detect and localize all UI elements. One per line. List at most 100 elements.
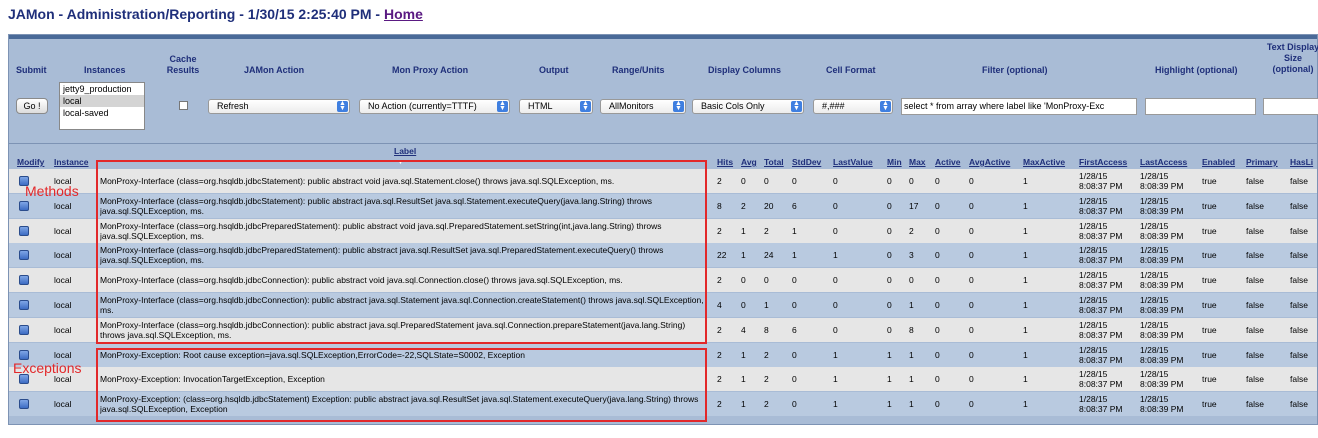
cell-firstaccess-line: 8:08:37 PM: [1079, 329, 1123, 340]
cell-lastvalue-text: 0: [833, 200, 838, 211]
col-hits[interactable]: Hits: [717, 157, 733, 167]
cell-maxactive-text: 1: [1023, 374, 1028, 385]
modify-button[interactable]: [19, 243, 45, 267]
cell-avg-text: 1: [741, 399, 746, 410]
chevron-updown-icon: ▲ ▼: [880, 100, 891, 112]
col-stddev[interactable]: StdDev: [792, 157, 821, 167]
cell-total-text: 0: [764, 275, 769, 286]
col-lastvalue[interactable]: LastValue: [833, 157, 873, 167]
cell-primary: false: [1246, 343, 1288, 367]
cell-lastaccess: 1/28/15 8:08:39 PM: [1140, 194, 1200, 218]
cell-enabled: true: [1202, 343, 1244, 367]
cell-min-text: 1: [887, 374, 892, 385]
instance-option-selected[interactable]: local: [60, 95, 144, 107]
cell-maxactive: 1: [1023, 219, 1077, 243]
cell-hits-text: 2: [717, 225, 722, 236]
text-display-size-input[interactable]: [1263, 98, 1318, 115]
display-columns-select[interactable]: Basic Cols Only ▲ ▼: [692, 99, 804, 114]
modify-icon[interactable]: [19, 324, 29, 335]
modify-icon[interactable]: [19, 275, 29, 286]
col-label[interactable]: Label: [394, 146, 416, 156]
cell-max-text: 0: [909, 176, 914, 186]
cell-avgactive-text: 0: [969, 374, 974, 385]
cell-active: 0: [935, 367, 967, 391]
col-avgactive[interactable]: AvgActive: [969, 157, 1010, 167]
col-active[interactable]: Active: [935, 157, 961, 167]
mon-proxy-action-select[interactable]: No Action (currently=TTTF) ▲ ▼: [359, 99, 510, 114]
cell-lastaccess-line: 8:08:39 PM: [1140, 329, 1184, 340]
cell-lastaccess-line: 8:08:39 PM: [1140, 379, 1184, 390]
cell-format-select[interactable]: #,### ▲ ▼: [813, 99, 893, 114]
header-output: Output: [539, 65, 569, 75]
cell-total-text: 0: [764, 176, 769, 186]
instance-option[interactable]: jetty9_production: [60, 83, 144, 95]
col-total[interactable]: Total: [764, 157, 784, 167]
cell-avg: 1: [741, 243, 763, 267]
col-enabled[interactable]: Enabled: [1202, 157, 1235, 167]
cell-primary: false: [1246, 243, 1288, 267]
cell-lastaccess-line: 1/28/15: [1140, 245, 1169, 256]
col-firstaccess[interactable]: FirstAccess: [1079, 157, 1127, 167]
col-min[interactable]: Min: [887, 157, 902, 167]
modify-icon[interactable]: [19, 349, 29, 360]
cell-max: 3: [909, 243, 933, 267]
jamon-action-select[interactable]: Refresh ▲ ▼: [208, 99, 350, 114]
cell-primary: false: [1246, 268, 1288, 292]
cell-hits-text: 2: [717, 349, 722, 360]
cell-avgactive: 0: [969, 343, 1021, 367]
cell-total: 20: [764, 194, 790, 218]
cell-active-text: 0: [935, 374, 940, 385]
cell-instance: local: [54, 318, 102, 342]
modify-icon[interactable]: [19, 200, 29, 211]
cell-avg-text: 0: [741, 176, 746, 186]
modify-button[interactable]: [19, 219, 45, 243]
cell-lastaccess: 1/28/15 8:08:39 PM: [1140, 219, 1200, 243]
col-hasli[interactable]: HasLi: [1290, 157, 1313, 167]
cell-min: 0: [887, 268, 907, 292]
output-select[interactable]: HTML ▲ ▼: [519, 99, 593, 114]
home-link[interactable]: Home: [384, 6, 423, 22]
instances-listbox[interactable]: jetty9_production local local-saved: [59, 82, 145, 130]
modify-icon[interactable]: [19, 225, 29, 236]
cell-primary-text: false: [1246, 275, 1264, 286]
col-avg[interactable]: Avg: [741, 157, 757, 167]
cell-firstaccess-line: 8:08:37 PM: [1079, 230, 1123, 241]
modify-button[interactable]: [19, 392, 45, 416]
cell-active-text: 0: [935, 300, 940, 310]
cell-hits-text: 2: [717, 275, 722, 286]
cell-instance-text: local: [54, 349, 72, 360]
modify-icon[interactable]: [19, 250, 29, 261]
modify-button[interactable]: [19, 318, 45, 342]
cell-stddev-text: 6: [792, 324, 797, 335]
col-instance[interactable]: Instance: [54, 157, 89, 167]
modify-button[interactable]: [19, 293, 45, 317]
cell-avgactive-text: 0: [969, 324, 974, 335]
modify-icon[interactable]: [19, 399, 29, 410]
cell-max: 1: [909, 392, 933, 416]
filter-input[interactable]: select * from array where label like 'Mo…: [901, 98, 1137, 115]
range-units-select[interactable]: AllMonitors ▲ ▼: [600, 99, 686, 114]
cell-max: 1: [909, 293, 933, 317]
col-modify[interactable]: Modify: [17, 157, 44, 167]
cell-maxactive: 1: [1023, 194, 1077, 218]
cell-avg-text: 1: [741, 374, 746, 385]
cell-total-text: 8: [764, 324, 769, 335]
cache-results-checkbox[interactable]: [179, 101, 188, 110]
cell-avg-text: 4: [741, 324, 746, 335]
go-button[interactable]: Go !: [16, 98, 48, 114]
col-maxactive[interactable]: MaxActive: [1023, 157, 1065, 167]
cell-lastaccess: 1/28/15 8:08:39 PM: [1140, 169, 1200, 193]
modify-icon[interactable]: [19, 300, 29, 310]
cell-enabled-text: true: [1202, 399, 1217, 410]
chevron-updown-icon: ▲ ▼: [791, 100, 802, 112]
col-primary[interactable]: Primary: [1246, 157, 1278, 167]
cell-lastvalue-text: 0: [833, 275, 838, 286]
instance-option[interactable]: local-saved: [60, 107, 144, 119]
output-value: HTML: [528, 101, 553, 111]
chevron-updown-icon: ▲ ▼: [497, 100, 508, 112]
col-lastaccess[interactable]: LastAccess: [1140, 157, 1187, 167]
highlight-input[interactable]: [1145, 98, 1256, 115]
modify-button[interactable]: [19, 268, 45, 292]
col-max[interactable]: Max: [909, 157, 926, 167]
cell-avg: 1: [741, 343, 763, 367]
